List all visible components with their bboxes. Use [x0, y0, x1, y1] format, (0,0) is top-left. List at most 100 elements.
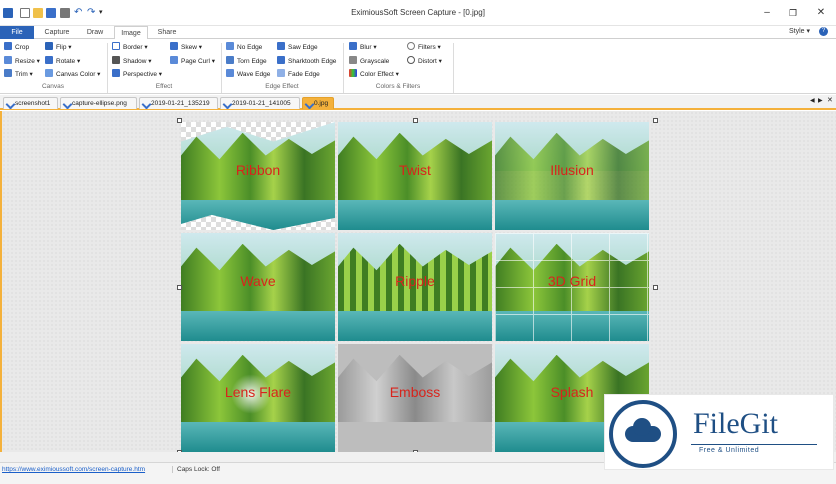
border-icon [112, 42, 120, 50]
blur-button[interactable]: Blur ▾ [349, 42, 377, 54]
color-effect-icon [349, 69, 357, 77]
flip-button[interactable]: Flip ▾ [45, 42, 72, 54]
skew-button[interactable]: Skew ▾ [170, 42, 202, 54]
no-edge-button[interactable]: No Edge [226, 42, 262, 54]
restore-button[interactable]: ❐ [786, 6, 800, 20]
shadow-icon [112, 56, 120, 64]
tile-label: Lens Flare [224, 384, 292, 400]
document-tabs: screenshot1 capture-ellipse.png 2019-01-… [0, 95, 836, 110]
tile-emboss: Emboss [338, 344, 492, 452]
filegit-brand: FileGit [693, 407, 779, 440]
resize-handle[interactable] [413, 118, 418, 123]
doc-tab-active[interactable]: 0.jpg [302, 97, 334, 109]
tile-ripple: Ripple [338, 233, 492, 341]
filters-button[interactable]: Filters ▾ [407, 42, 441, 54]
tile-illusion: Illusion [495, 122, 649, 230]
page-curl-icon [170, 56, 178, 64]
wave-edge-icon [226, 69, 234, 77]
tile-label: Illusion [550, 162, 594, 178]
color-effect-button[interactable]: Color Effect ▾ [349, 69, 399, 81]
resize-button[interactable]: Resize ▾ [4, 56, 40, 68]
tab-draw[interactable]: Draw [78, 26, 112, 39]
ribbon-panel: Crop Flip ▾ Resize ▾ Rotate ▾ Trim ▾ Can… [0, 39, 836, 94]
close-doc-icon[interactable]: ✕ [827, 96, 833, 104]
tab-share[interactable]: Share [150, 26, 184, 39]
saw-edge-button[interactable]: Saw Edge [277, 42, 318, 54]
sharktooth-edge-icon [277, 56, 285, 64]
group-label-effect: Effect [155, 83, 173, 90]
tab-capture[interactable]: Capture [38, 26, 76, 39]
tile-twist: Twist [338, 122, 492, 230]
ribbon-tabs: File Capture Draw Image Share [0, 26, 836, 40]
doc-tab[interactable]: 2019-01-21_135219 [139, 97, 218, 109]
trim-icon [4, 69, 12, 77]
tile-label: Ribbon [235, 162, 281, 178]
title-bar: ↶ ↷ ▾ EximiousSoft Screen Capture - [0.j… [0, 0, 836, 26]
resize-handle[interactable] [653, 285, 658, 290]
tab-scroll-left-icon[interactable]: ◀ [810, 97, 815, 104]
tile-lens-flare: Lens Flare [181, 344, 335, 452]
tile-label: Twist [399, 162, 431, 178]
grayscale-icon [349, 56, 357, 64]
perspective-icon [112, 69, 120, 77]
palette-icon [45, 69, 53, 77]
tile-wave: Wave [181, 233, 335, 341]
no-edge-icon [226, 42, 234, 50]
tile-label: Ripple [395, 273, 435, 289]
rotate-icon [45, 56, 53, 64]
flip-icon [45, 42, 53, 50]
wave-edge-button[interactable]: Wave Edge [226, 69, 270, 81]
perspective-button[interactable]: Perspective ▾ [112, 69, 162, 81]
skew-icon [170, 42, 178, 50]
window-title: EximiousSoft Screen Capture - [0.jpg] [351, 8, 485, 17]
fade-edge-button[interactable]: Fade Edge [277, 69, 320, 81]
website-link[interactable]: https://www.eximioussoft.com/screen-capt… [2, 466, 145, 473]
doc-tab[interactable]: screenshot1 [3, 97, 58, 109]
tab-image[interactable]: Image [114, 26, 148, 40]
resize-handle[interactable] [177, 118, 182, 123]
tile-3d-grid: 3D Grid [495, 233, 649, 341]
crop-icon [4, 42, 12, 50]
crop-button[interactable]: Crop [4, 42, 29, 54]
tab-scroll-right-icon[interactable]: ▶ [818, 97, 823, 104]
filegit-logo [609, 400, 677, 468]
resize-handle[interactable] [653, 118, 658, 123]
tab-file[interactable]: File [0, 26, 34, 39]
trim-button[interactable]: Trim ▾ [4, 69, 33, 81]
distort-button[interactable]: Distort ▾ [407, 56, 442, 68]
group-label-edge-effect: Edge Effect [265, 83, 299, 90]
help-icon[interactable]: ? [819, 27, 828, 36]
group-label-canvas: Canvas [41, 83, 65, 90]
tile-label: Wave [240, 273, 276, 289]
style-dropdown[interactable]: Style ▾ [789, 27, 810, 35]
page-curl-button[interactable]: Page Curl ▾ [170, 56, 215, 68]
filegit-watermark: FileGit Free & Unlimited [604, 394, 834, 470]
ribbon-separator [453, 43, 454, 93]
blur-icon [349, 42, 357, 50]
tile-label: Emboss [389, 384, 441, 400]
border-button[interactable]: Border ▾ [112, 42, 148, 54]
torn-edge-button[interactable]: Torn Edge [226, 56, 267, 68]
close-button[interactable]: ✕ [814, 6, 828, 20]
saw-edge-icon [277, 42, 285, 50]
distort-icon [407, 56, 415, 64]
caps-lock-status: Caps Lock: Off [172, 466, 220, 473]
sharktooth-edge-button[interactable]: Sharktooth Edge [277, 56, 336, 68]
filegit-tagline: Free & Unlimited [699, 447, 760, 454]
filters-icon [407, 42, 415, 50]
tile-ribbon: Ribbon [181, 122, 335, 230]
torn-edge-icon [226, 56, 234, 64]
canvas-color-button[interactable]: Canvas Color ▾ [45, 69, 100, 81]
doc-tab[interactable]: 2019-01-21_141005 [220, 97, 300, 109]
fade-edge-icon [277, 69, 285, 77]
resize-handle[interactable] [177, 285, 182, 290]
rotate-button[interactable]: Rotate ▾ [45, 56, 80, 68]
divider [691, 444, 817, 445]
resize-icon [4, 56, 12, 64]
shadow-button[interactable]: Shadow ▾ [112, 56, 152, 68]
minimize-button[interactable]: – [760, 6, 774, 20]
image-preview[interactable]: Ribbon Twist Illusion Wave Ripple 3D Gri… [181, 122, 649, 453]
tile-label: 3D Grid [547, 273, 597, 289]
grayscale-button[interactable]: Grayscale [349, 56, 389, 68]
doc-tab[interactable]: capture-ellipse.png [60, 97, 137, 109]
